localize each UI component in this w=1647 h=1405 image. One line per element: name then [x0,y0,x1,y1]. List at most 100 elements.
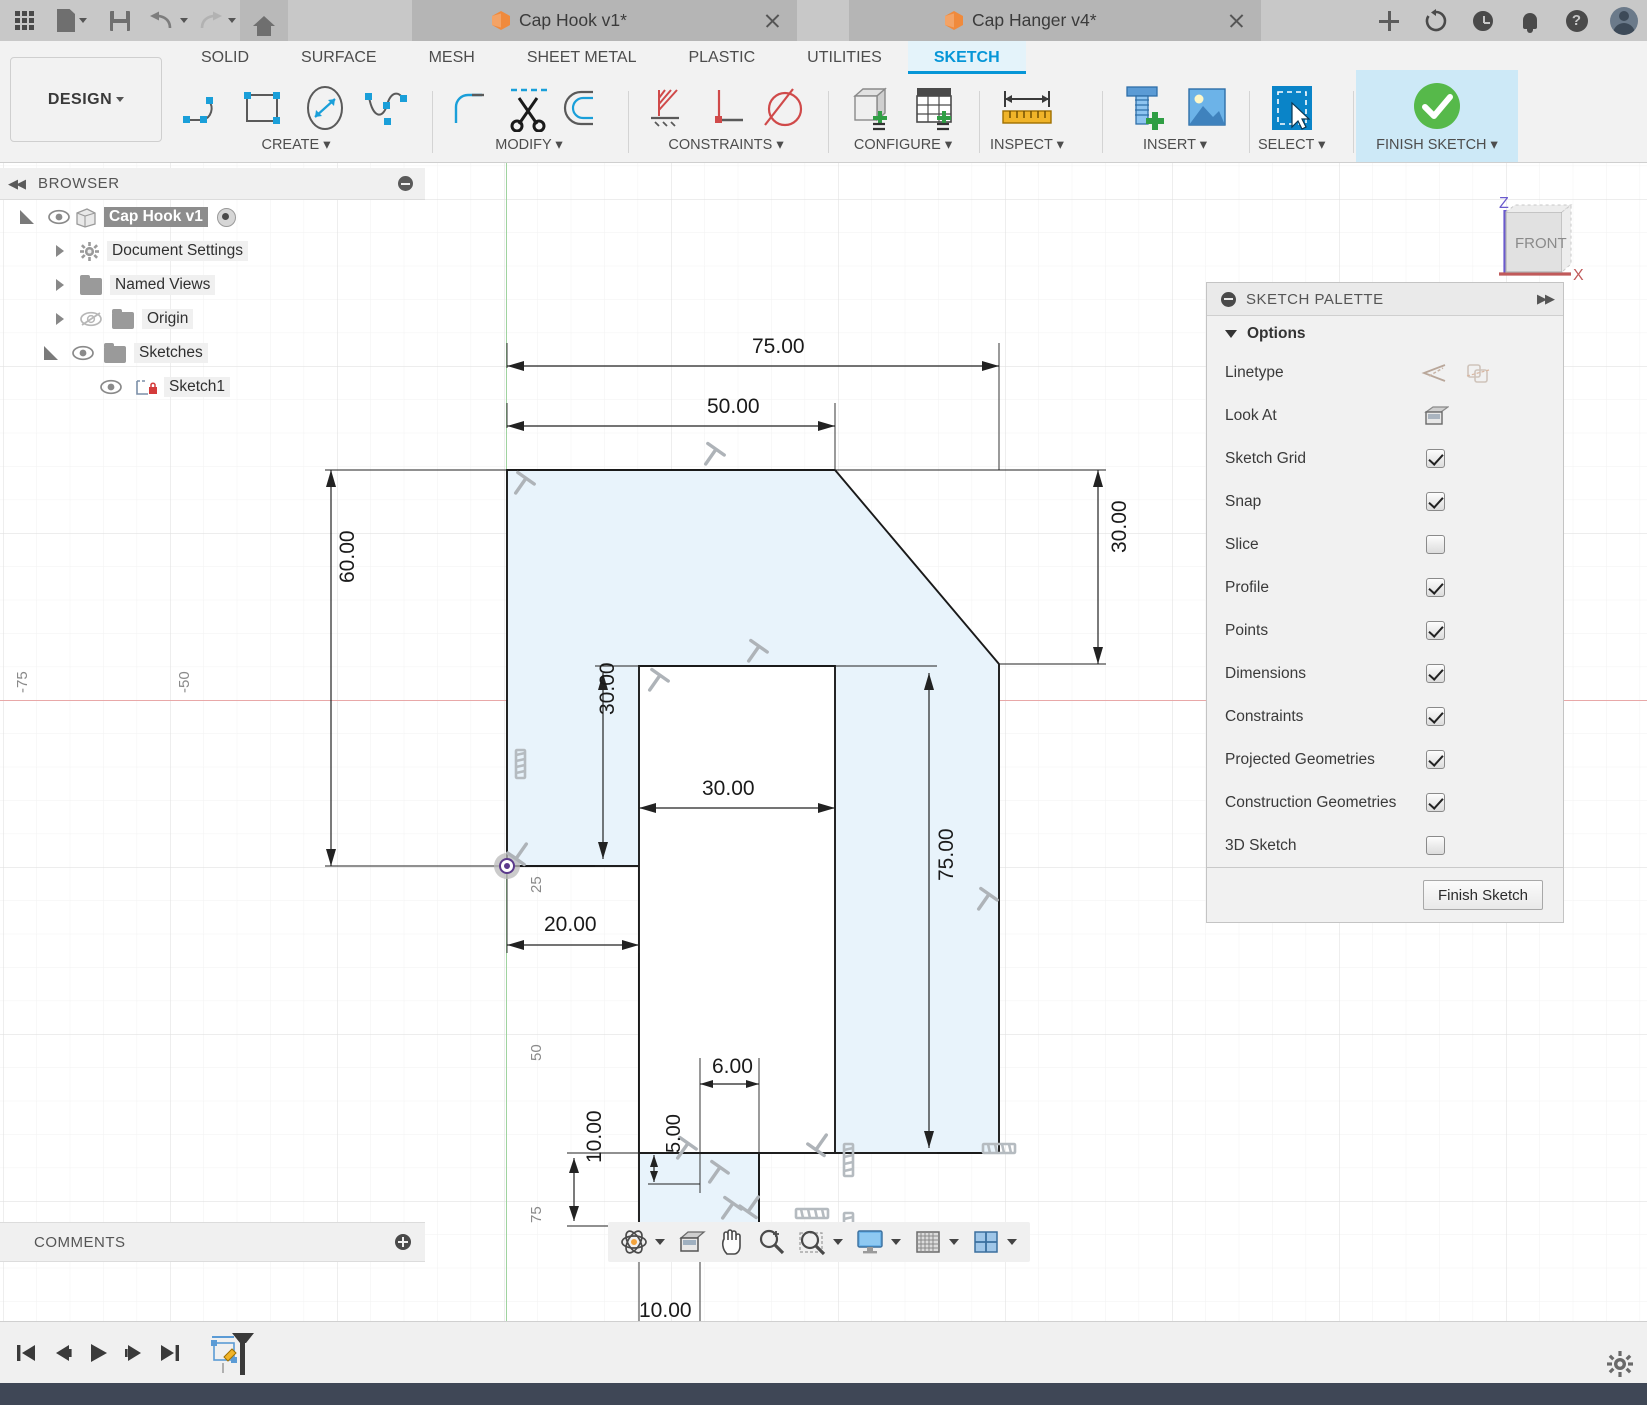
save-button[interactable] [96,0,144,41]
comments-panel[interactable]: COMMENTS [0,1222,425,1262]
expander-right-icon[interactable] [52,277,68,293]
dimension-50-top[interactable] [506,403,836,470]
sketch-spline-tool[interactable] [358,81,414,135]
expand-palette-icon[interactable]: ▶▶ [1537,291,1555,307]
user-account-button[interactable] [1600,0,1647,41]
view-front-button[interactable] [672,1225,712,1259]
add-tab-button[interactable] [1365,0,1412,41]
grid-snaps-dropdown-icon[interactable] [949,1239,959,1245]
tab-surface[interactable]: SURFACE [275,41,403,74]
tab-solid[interactable]: SOLID [175,41,275,74]
display-settings-dropdown-icon[interactable] [891,1239,901,1245]
select-tool[interactable] [1261,81,1323,135]
ribbon-group-label-modify[interactable]: MODIFY ▾ [495,137,562,153]
redo-button[interactable] [192,0,240,41]
checkbox-profile[interactable] [1426,578,1445,597]
visibility-hidden-eye-icon[interactable] [80,311,102,327]
checkbox-sketch-grid[interactable] [1426,449,1445,468]
visibility-eye-icon[interactable] [100,379,122,395]
refresh-button[interactable] [1412,0,1459,41]
dimension-text-75-vertical[interactable]: 75.00 [935,828,959,881]
tab-sheet-metal[interactable]: SHEET METAL [501,41,663,74]
expander-down-icon[interactable] [20,210,34,224]
tab-utilities[interactable]: UTILITIES [781,41,908,74]
pan-button[interactable] [712,1225,752,1259]
dimension-60-left[interactable] [325,469,507,867]
configure-table-tool[interactable] [904,81,966,135]
finish-sketch-palette-button[interactable]: Finish Sketch [1422,880,1543,910]
dimension-text-30-inner-h[interactable]: 30.00 [702,777,755,801]
tab-mesh[interactable]: MESH [403,41,501,74]
ribbon-group-label-insert[interactable]: INSERT ▾ [1143,137,1207,153]
dimension-text-5[interactable]: 5.00 [663,1114,686,1153]
insert-canvas-tool[interactable] [1176,81,1238,135]
checkbox-snap[interactable] [1426,492,1445,511]
browser-item-document-settings[interactable]: Document Settings [0,234,425,268]
expander-down-icon[interactable] [44,346,58,360]
orbit-button[interactable] [614,1225,654,1259]
fillet-tool[interactable] [443,81,499,135]
minimize-browser-icon[interactable] [398,176,413,191]
zoom-button[interactable] [752,1225,792,1259]
configure-part-tool[interactable] [840,81,902,135]
expander-right-icon[interactable] [52,243,68,259]
go-to-beginning-button[interactable] [8,1333,44,1373]
coincident-constraint-tool[interactable] [640,81,696,135]
document-tab-cap-hook[interactable]: Cap Hook v1* [412,0,797,41]
checkbox-construction-geometries[interactable] [1426,793,1445,812]
add-comment-icon[interactable] [395,1234,411,1250]
undo-button[interactable] [144,0,192,41]
measure-tool[interactable] [996,81,1058,135]
home-button[interactable] [240,0,288,41]
dimension-text-30-inner-v[interactable]: 30.00 [596,662,620,715]
sketch-rectangle-tool[interactable] [236,81,292,135]
job-status-button[interactable] [1459,0,1506,41]
dimension-text-30-right[interactable]: 30.00 [1108,500,1132,553]
dimension-text-20[interactable]: 20.00 [544,913,597,937]
sketch-arc-tool[interactable] [178,81,234,135]
new-document-button[interactable] [48,0,96,41]
centerline-button[interactable] [1465,361,1491,385]
notifications-button[interactable] [1506,0,1553,41]
sketch-ellipse-tool[interactable] [294,81,356,135]
close-icon[interactable] [1228,12,1245,29]
checkbox-constraints[interactable] [1426,707,1445,726]
collapse-panel-icon[interactable]: ◀◀ [8,176,26,192]
expander-right-icon[interactable] [52,311,68,327]
dimension-text-6[interactable]: 6.00 [712,1055,753,1079]
ribbon-group-label-create[interactable]: CREATE ▾ [261,137,330,153]
tangent-constraint-tool[interactable] [756,81,812,135]
step-forward-button[interactable] [116,1333,152,1373]
perpendicular-constraint-tool[interactable] [698,81,754,135]
insert-mcmaster-tool[interactable] [1112,81,1174,135]
dimension-text-75-top[interactable]: 75.00 [752,335,805,359]
checkbox-dimensions[interactable] [1426,664,1445,683]
dimension-text-50[interactable]: 50.00 [707,395,760,419]
checkbox-points[interactable] [1426,621,1445,640]
browser-item-root-component[interactable]: Cap Hook v1 [0,200,425,234]
viewports-button[interactable] [966,1225,1006,1259]
zoom-window-dropdown-icon[interactable] [833,1239,843,1245]
zoom-window-button[interactable] [792,1225,832,1259]
dimension-20[interactable] [506,866,640,953]
workspace-switcher[interactable]: DESIGN [10,57,162,142]
dimension-text-10-vertical[interactable]: 10.00 [583,1110,607,1163]
offset-tool[interactable] [559,81,615,135]
browser-item-origin[interactable]: Origin [0,302,425,336]
orbit-dropdown-icon[interactable] [655,1239,665,1245]
checkbox-slice[interactable] [1426,535,1445,554]
settings-button[interactable] [1607,1351,1633,1377]
visibility-eye-icon[interactable] [72,345,94,361]
ribbon-group-label-configure[interactable]: CONFIGURE ▾ [854,137,952,153]
sketch-inner-rectangle[interactable] [638,665,836,1154]
checkbox-projected-geometries[interactable] [1426,750,1445,769]
grid-snaps-button[interactable] [908,1225,948,1259]
ribbon-group-label-finish-sketch[interactable]: FINISH SKETCH ▾ [1376,137,1498,153]
step-back-button[interactable] [44,1333,80,1373]
document-tab-cap-hanger[interactable]: Cap Hanger v4* [849,0,1261,41]
help-button[interactable]: ? [1553,0,1600,41]
finish-sketch-button[interactable]: FINISH SKETCH ▾ [1356,70,1518,162]
close-icon[interactable] [764,12,781,29]
visibility-eye-icon[interactable] [48,209,70,225]
play-button[interactable] [80,1333,116,1373]
